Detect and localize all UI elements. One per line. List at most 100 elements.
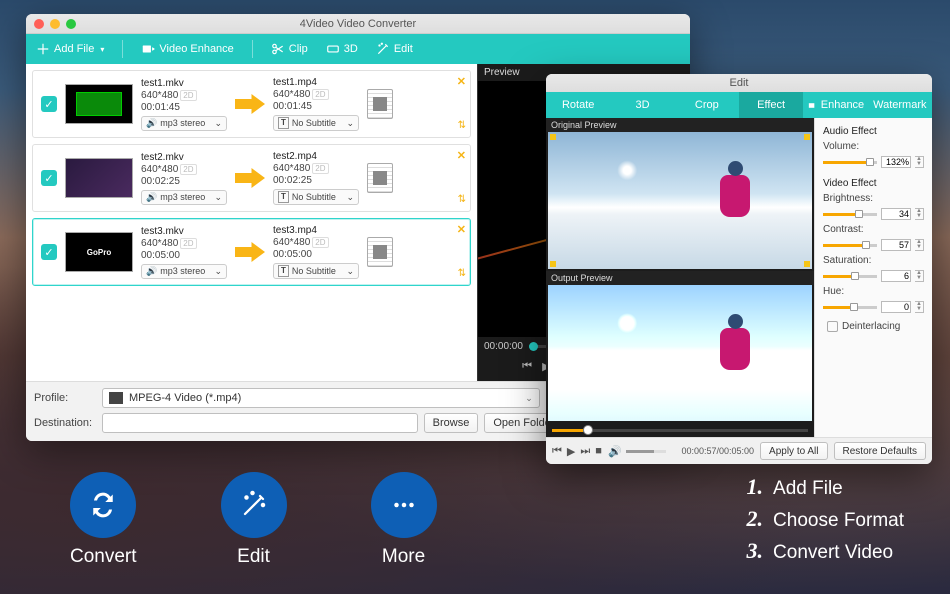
chevron-down-icon: ⌄	[525, 393, 533, 404]
edit-preview-area: Original Preview Output Preview	[546, 118, 814, 437]
audio-select[interactable]: 🔊mp3 stereo⌄	[141, 264, 227, 279]
audio-select[interactable]: 🔊mp3 stereo⌄	[141, 190, 227, 205]
promo-edit[interactable]: Edit	[221, 472, 287, 568]
edit-window: Edit Rotate 3D Crop Effect Enhance Water…	[546, 74, 932, 464]
wand-icon	[376, 42, 390, 56]
tab-enhance[interactable]: Enhance	[803, 92, 867, 118]
subtitle-select[interactable]: TNo Subtitle⌄	[273, 115, 359, 131]
converter-titlebar[interactable]: 4Video Video Converter	[26, 14, 690, 34]
volume-slider[interactable]: ▲▼	[823, 156, 924, 168]
source-thumbnail	[65, 158, 133, 198]
format-icon	[109, 392, 123, 404]
arrow-icon	[235, 94, 265, 114]
file-list: ✓ test1.mkv 640*4802D 00:01:45 🔊mp3 ster…	[26, 64, 477, 381]
video-enhance-button[interactable]: Video Enhance	[141, 42, 233, 56]
file-row[interactable]: ✓ test3.mkv 640*4802D 00:05:00 🔊mp3 ster…	[32, 218, 471, 286]
saturation-slider[interactable]: ▲▼	[823, 270, 924, 282]
source-thumbnail	[65, 232, 133, 272]
original-preview-label: Original Preview	[546, 118, 814, 132]
output-duration: 00:01:45	[273, 101, 359, 112]
source-thumbnail	[65, 84, 133, 124]
tab-effect[interactable]: Effect	[739, 92, 803, 118]
tab-watermark[interactable]: Watermark	[868, 92, 932, 118]
zoom-icon[interactable]	[66, 19, 76, 29]
magic-wand-icon	[236, 487, 272, 523]
apply-all-button[interactable]: Apply to All	[760, 442, 827, 460]
deinterlacing-label: Deinterlacing	[842, 321, 900, 332]
drag-handle-icon[interactable]: ⇅	[458, 268, 466, 279]
output-filename: test1.mp4	[273, 77, 359, 88]
output-format-icon[interactable]	[367, 163, 393, 193]
remove-row-button[interactable]: ✕	[457, 149, 466, 162]
convert-icon	[85, 487, 121, 523]
enhance-icon	[141, 42, 155, 56]
saturation-label: Saturation:	[823, 255, 924, 266]
drag-handle-icon[interactable]: ⇅	[458, 194, 466, 205]
edit-tabs: Rotate 3D Crop Effect Enhance Watermark	[546, 92, 932, 118]
audio-select[interactable]: 🔊mp3 stereo⌄	[141, 116, 227, 131]
more-icon	[386, 487, 422, 523]
subtitle-icon: T	[278, 117, 289, 129]
contrast-slider[interactable]: ▲▼	[823, 239, 924, 251]
row-checkbox[interactable]: ✓	[41, 96, 57, 112]
output-format-icon[interactable]	[367, 89, 393, 119]
tab-rotate[interactable]: Rotate	[546, 92, 610, 118]
audio-effect-heading: Audio Effect	[823, 126, 924, 137]
subtitle-select[interactable]: TNo Subtitle⌄	[273, 189, 359, 205]
source-filename: test1.mkv	[141, 78, 227, 89]
volume-label: Volume:	[823, 141, 924, 152]
hue-label: Hue:	[823, 286, 924, 297]
edit-footer: ⏮ ▶ ⏭ ■ 🔊 00:00:57/00:05:00 Apply to All…	[546, 437, 932, 464]
caret-down-icon: ▾	[100, 45, 104, 54]
row-checkbox[interactable]: ✓	[41, 170, 57, 186]
drag-handle-icon[interactable]: ⇅	[458, 120, 466, 131]
hue-slider[interactable]: ▲▼	[823, 301, 924, 313]
close-icon[interactable]	[34, 19, 44, 29]
output-format-icon[interactable]	[367, 237, 393, 267]
prev-button[interactable]: ⏮	[552, 445, 562, 458]
destination-input[interactable]	[102, 413, 418, 433]
volume-bar[interactable]	[626, 450, 666, 453]
source-dimensions: 640*4802D	[141, 90, 227, 101]
arrow-icon	[235, 168, 265, 188]
profile-select[interactable]: MPEG-4 Video (*.mp4) ⌄	[102, 388, 540, 408]
promo-buttons: Convert Edit More	[70, 472, 437, 568]
tab-crop[interactable]: Crop	[675, 92, 739, 118]
next-button[interactable]: ⏭	[580, 445, 590, 458]
brightness-slider[interactable]: ▲▼	[823, 208, 924, 220]
promo-more[interactable]: More	[371, 472, 437, 568]
edit-scrubber[interactable]	[546, 423, 814, 437]
tab-3d[interactable]: 3D	[610, 92, 674, 118]
destination-label: Destination:	[34, 417, 96, 429]
output-dimensions: 640*4802D	[273, 89, 359, 100]
remove-row-button[interactable]: ✕	[457, 75, 466, 88]
edit-button[interactable]: Edit	[376, 42, 413, 56]
speaker-icon[interactable]: 🔊	[608, 445, 622, 458]
play-button[interactable]: ▶	[567, 445, 575, 458]
minimize-icon[interactable]	[50, 19, 60, 29]
source-duration: 00:01:45	[141, 102, 227, 113]
window-title: 4Video Video Converter	[300, 18, 416, 30]
speaker-icon: 🔊	[146, 118, 157, 129]
output-preview	[548, 285, 812, 422]
browse-button[interactable]: Browse	[424, 413, 479, 433]
converter-toolbar: Add File▾ Video Enhance Clip 3D Edit	[26, 34, 690, 64]
original-preview[interactable]	[548, 132, 812, 269]
edit-window-title[interactable]: Edit	[546, 74, 932, 92]
subtitle-select[interactable]: TNo Subtitle⌄	[273, 263, 359, 279]
file-row[interactable]: ✓ test1.mkv 640*4802D 00:01:45 🔊mp3 ster…	[32, 70, 471, 138]
promo-convert[interactable]: Convert	[70, 472, 137, 568]
add-file-icon	[36, 42, 50, 56]
add-file-button[interactable]: Add File▾	[36, 42, 104, 56]
remove-row-button[interactable]: ✕	[457, 223, 466, 236]
deinterlacing-checkbox[interactable]	[827, 321, 838, 332]
profile-label: Profile:	[34, 392, 96, 404]
row-checkbox[interactable]: ✓	[41, 244, 57, 260]
restore-defaults-button[interactable]: Restore Defaults	[834, 442, 926, 460]
file-row[interactable]: ✓ test2.mkv 640*4802D 00:02:25 🔊mp3 ster…	[32, 144, 471, 212]
stop-button[interactable]: ■	[595, 445, 602, 458]
clip-button[interactable]: Clip	[271, 42, 308, 56]
prev-button[interactable]: ⏮	[522, 360, 532, 373]
3d-button[interactable]: 3D	[326, 42, 358, 56]
output-preview-label: Output Preview	[546, 271, 814, 285]
